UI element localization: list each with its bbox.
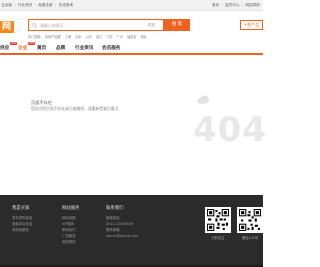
site-logo[interactable]: 网 (0, 18, 17, 38)
qr-code-icon (207, 209, 229, 231)
top-link-home[interactable]: 首页 (211, 2, 221, 8)
nav-item-news[interactable]: 行业资讯 (75, 45, 93, 52)
top-link-sitenav[interactable]: 网站导航 (244, 2, 261, 8)
hot-badge: HOT (10, 42, 17, 45)
hot-keyword[interactable]: 浙江 (96, 34, 102, 39)
footer-col-title: 联系我们 (106, 206, 124, 211)
qr-code (237, 207, 263, 233)
main-nav: 供应 HOT 企业 HOT 黄页 品牌 行业资讯 会员服务 (0, 42, 263, 55)
footer-link[interactable]: 网站帮助 (62, 239, 80, 245)
nav-item-member-service[interactable]: 会员服务 (102, 45, 120, 52)
not-found-panel: 页面不存在 您访问的页面不存在或已被删除，请重新检查后重试 404 (0, 57, 266, 195)
hot-keyword[interactable]: 深圳产品展 (45, 34, 61, 39)
logo-text: 网 (2, 22, 12, 32)
publish-product-button[interactable]: +发产品 (240, 20, 263, 30)
hot-keywords-label: 热门搜索 (28, 35, 41, 39)
contact-email[interactable]: admin@qiyeyi.com (106, 233, 138, 239)
top-bar-right: 首页 | 会员中心 | 网站导航 (211, 2, 261, 8)
footer-col-buyer: 我是买家 发布求购信息 搜索供应信息 采购商服务 (12, 206, 32, 233)
hot-keyword[interactable]: 上海 (65, 34, 71, 39)
top-link-consult[interactable]: 在线咨询 (57, 2, 74, 8)
nav-item-supply[interactable]: 供应 (0, 45, 9, 52)
nav-item-yellowpages[interactable]: 黄页 (37, 45, 46, 52)
qr-caption: 微信公众号 (242, 236, 258, 240)
search-input[interactable]: 请输入关键词 (40, 22, 63, 29)
footer-link[interactable]: 采购商服务 (12, 227, 32, 233)
top-link-register[interactable]: 免费注册 (37, 2, 54, 8)
search-box[interactable]: 请输入关键词 供应 (28, 19, 164, 31)
hot-keyword[interactable]: 山东 (85, 34, 91, 39)
footer-col-title: 我是买家 (12, 206, 30, 211)
hot-keyword[interactable]: 广州 (117, 34, 123, 39)
top-bar: 企业版 | 行业资讯 | 免费注册 | 在线咨询 首页 | 会员中心 | 网站导… (0, 0, 263, 11)
site-footer: 我是买家 发布求购信息 搜索供应信息 采购商服务 网站服务 网站地图 VIP服务… (0, 195, 263, 267)
cloud-icon (197, 95, 209, 104)
search-icon (32, 23, 37, 28)
nav-item-brand[interactable]: 品牌 (56, 45, 65, 52)
top-bar-left: 企业版 | 行业资讯 | 免费注册 | 在线咨询 (0, 2, 74, 8)
search-button[interactable]: 搜 索 (164, 19, 190, 31)
hot-keyword[interactable]: 福建省 (127, 34, 137, 39)
qr-code-icon (239, 209, 261, 231)
top-link-edition[interactable]: 企业版 (0, 2, 13, 8)
error-code-graphic: 404 (193, 110, 267, 150)
hot-keywords: 热门搜索 深圳产品展 上海 北京 山东 浙江 江苏 广州 福建省 湖北 (28, 34, 151, 39)
hot-badge: HOT (28, 42, 35, 45)
hot-keyword[interactable]: 江苏 (106, 34, 112, 39)
top-link-member[interactable]: 会员中心 (224, 2, 241, 8)
search-type-select[interactable]: 供应 (148, 22, 155, 29)
qr-code (205, 207, 231, 233)
footer-col-title: 网站服务 (62, 206, 80, 211)
footer-col-services: 网站服务 网站地图 VIP服务 联系我们 广告服务 网站帮助 (62, 206, 80, 245)
nav-item-company[interactable]: 企业 (18, 45, 27, 52)
qr-caption: 扫码关注 (211, 236, 225, 240)
top-link-news[interactable]: 行业资讯 (17, 2, 34, 8)
hot-keyword[interactable]: 北京 (75, 34, 81, 39)
hot-keyword[interactable]: 湖北 (141, 34, 147, 39)
not-found-description: 您访问的页面不存在或已被删除，请重新检查后重试 (31, 106, 119, 111)
footer-col-contact: 联系我们 客服电话 0512-12345678 联系邮箱 admin@qiyey… (106, 206, 138, 239)
